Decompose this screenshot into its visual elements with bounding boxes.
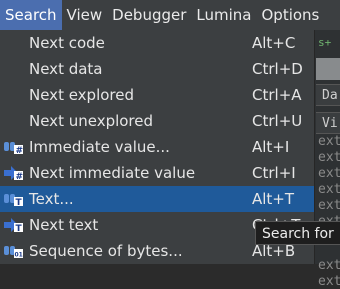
menu-item-next-data[interactable]: Next data Ctrl+D [0,56,314,82]
menu-search[interactable]: Search [0,0,62,30]
menu-item-next-code[interactable]: Next code Alt+C [0,30,314,56]
svg-text:01: 01 [15,252,23,259]
background-line: ext [318,182,340,197]
background-header: Da [316,84,340,106]
menu-item-next-explored[interactable]: Next explored Ctrl+A [0,82,314,108]
menu-item-text[interactable]: T Text... Alt+T [0,186,314,212]
toolbar-icon[interactable]: s+ [316,34,338,50]
background-line: ext [318,274,340,289]
background-line: ext [318,166,340,181]
menu-item-next-immediate-value[interactable]: # Next immediate value Ctrl+I [0,160,314,186]
arrow-text-icon: T [4,218,23,233]
background-row: Vi [316,112,340,134]
menu-item-label: Next code [29,34,105,52]
menu-item-label: Next immediate value [29,164,196,182]
binoculars-hash-icon: # [4,142,24,155]
menu-item-shortcut: Ctrl+I [252,164,296,182]
svg-text:s+: s+ [318,36,332,49]
tooltip: Search for [255,221,340,245]
background-line: ext [318,198,340,213]
svg-text:#: # [16,146,24,155]
svg-text:T: T [16,224,23,233]
menu-view[interactable]: View [62,0,108,30]
svg-text:T: T [16,198,23,207]
menu-item-shortcut: Alt+C [252,34,296,52]
binoculars-text-icon: T [4,194,23,207]
svg-text:#: # [16,172,24,181]
menu-item-label: Sequence of bytes... [29,242,183,260]
menu-debugger[interactable]: Debugger [107,0,191,30]
menu-item-label: Text... [29,190,74,208]
menu-item-shortcut: Alt+I [252,138,290,156]
background-line: ext [318,258,340,273]
menu-item-label: Next data [29,60,103,78]
menu-item-next-unexplored[interactable]: Next unexplored Ctrl+U [0,108,314,134]
menu-item-shortcut: Alt+T [252,190,295,208]
menu-item-immediate-value[interactable]: # Immediate value... Alt+I [0,134,314,160]
menu-item-label: Immediate value... [29,138,170,156]
background-line: ext [318,134,340,149]
menu-item-shortcut: Ctrl+A [252,86,302,104]
binoculars-bytes-icon: 01 [4,246,23,259]
menu-bar: Search View Debugger Lumina Options [0,0,340,31]
menu-item-shortcut: Ctrl+D [252,60,303,78]
menu-item-shortcut: Ctrl+U [252,112,303,130]
menu-lumina[interactable]: Lumina [191,0,256,30]
background-line: ext [318,150,340,165]
arrow-hash-icon: # [4,166,24,181]
background-tab[interactable] [316,58,340,80]
menu-item-label: Next unexplored [29,112,154,130]
menu-options[interactable]: Options [256,0,324,30]
menu-item-label: Next text [29,216,99,234]
menu-item-label: Next explored [29,86,135,104]
